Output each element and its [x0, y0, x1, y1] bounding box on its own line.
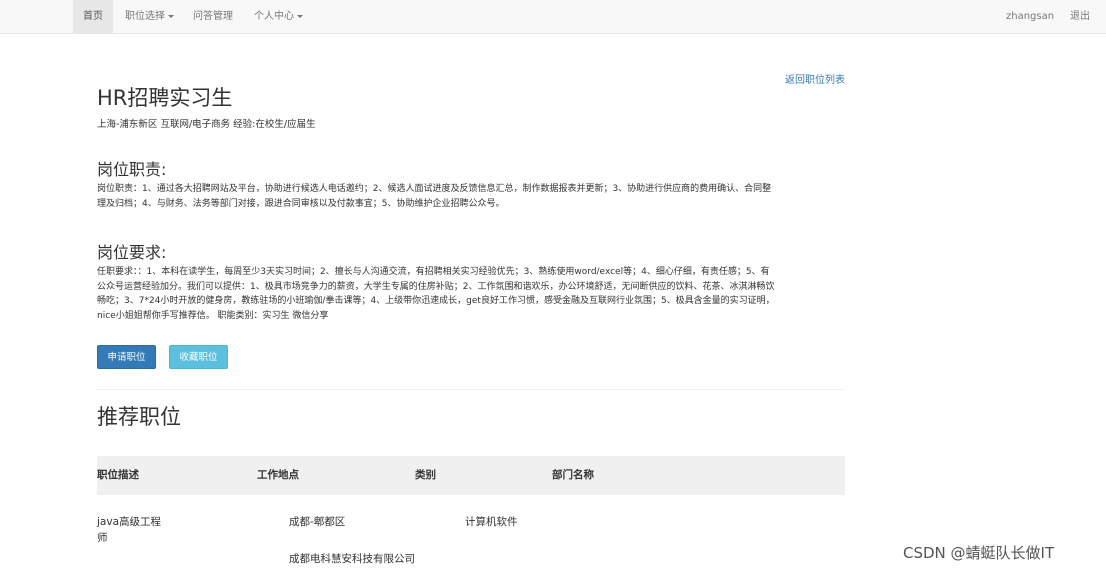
nav-logout-label: 退出 [1070, 11, 1090, 22]
column-header-category: 类别 [415, 469, 436, 481]
row-description: java高级工程 师 [97, 514, 161, 546]
nav-qa-manage-label: 问答管理 [193, 11, 233, 22]
job-title: HR招聘实习生 [97, 86, 233, 110]
column-header-location: 工作地点 [257, 469, 299, 481]
row-department: 成都电科慧安科技有限公司 [289, 553, 415, 565]
top-navbar: 首页 职位选择 问答管理 个人中心 zhangsan 退出 [0, 0, 1106, 34]
row-category: 计算机软件 [465, 516, 518, 528]
caret-down-icon [297, 14, 303, 18]
duty-line: 理及归档；4、与财务、法务等部门对接，跟进合同审核以及付款事宜；5、协助维护企业… [97, 198, 505, 209]
recommend-table-header: 职位描述 工作地点 类别 部门名称 [97, 456, 845, 495]
nav-home[interactable]: 首页 [73, 0, 113, 33]
requirement-line: 畅吃；3、7*24小时开放的健身房，教练驻场的小班瑜伽/拳击课等；4、上级带你迅… [97, 296, 775, 306]
section-divider [97, 389, 845, 390]
row-location: 成都-郫都区 [289, 516, 346, 528]
nav-username-label: zhangsan [1006, 11, 1055, 22]
requirement-heading: 岗位要求: [97, 243, 167, 262]
watermark: CSDN @蜻蜓队长做IT [903, 544, 1055, 562]
column-header-department: 部门名称 [552, 469, 594, 481]
nav-job-select-label: 职位选择 [125, 11, 165, 22]
column-header-description: 职位描述 [97, 469, 139, 481]
caret-down-icon [168, 14, 174, 18]
row-description-line: java高级工程 [97, 516, 161, 528]
recommended-jobs-heading: 推荐职位 [97, 405, 181, 429]
duty-line: 岗位职责：1、通过各大招聘网站及平台，协助进行候选人电话邀约；2、候选人面试进度… [97, 184, 772, 194]
row-description-line: 师 [97, 532, 108, 544]
favorite-job-button[interactable]: 收藏职位 [169, 345, 228, 369]
nav-personal-center-dropdown[interactable]: 个人中心 [244, 0, 313, 33]
nav-username[interactable]: zhangsan [996, 0, 1064, 33]
duty-heading: 岗位职责: [97, 160, 167, 179]
nav-job-select-dropdown[interactable]: 职位选择 [115, 0, 184, 33]
requirement-text: 任职要求：：1、本科在读学生，每周至少3天实习时间；2、擅长与人沟通交流，有招聘… [97, 265, 847, 323]
nav-personal-center-label: 个人中心 [254, 11, 294, 22]
apply-job-button[interactable]: 申请职位 [97, 345, 156, 369]
nav-qa-manage[interactable]: 问答管理 [183, 0, 243, 33]
duty-text: 岗位职责：1、通过各大招聘网站及平台，协助进行候选人电话邀约；2、候选人面试进度… [97, 182, 847, 211]
requirement-line: 公众号运营经验加分。我们可以提供：1、极具市场竞争力的薪资，大学生专属的住房补贴… [97, 281, 775, 292]
job-meta: 上海-浦东新区 互联网/电子商务 经验:在校生/应届生 [97, 119, 316, 130]
requirement-line: nice小姐姐帮你手写推荐信。 职能类别：实习生 微信分享 [97, 310, 329, 321]
nav-home-label: 首页 [83, 11, 103, 22]
back-to-job-list-link[interactable]: 返回职位列表 [785, 71, 845, 86]
requirement-line: 任职要求：：1、本科在读学生，每周至少3天实习时间；2、擅长与人沟通交流，有招聘… [97, 267, 770, 277]
nav-logout[interactable]: 退出 [1060, 0, 1100, 33]
